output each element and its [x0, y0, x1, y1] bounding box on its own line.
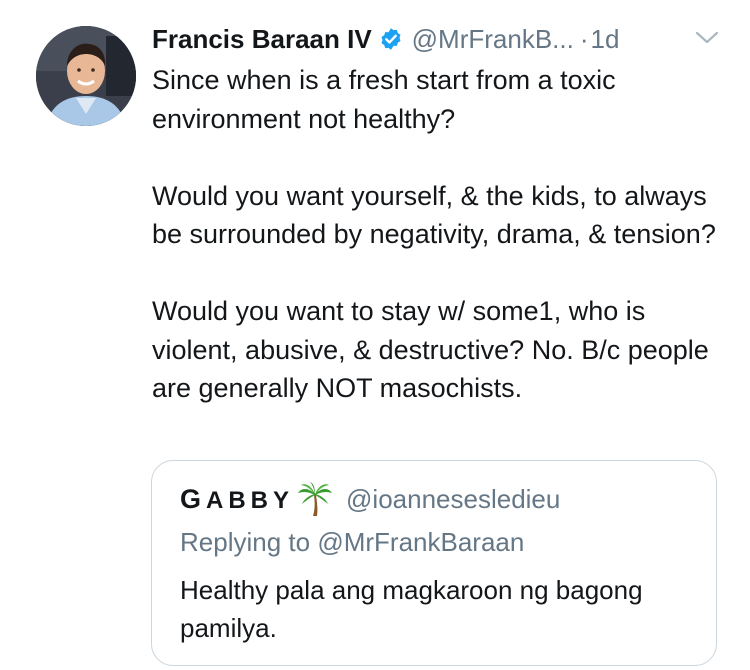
quoted-tweet[interactable]: GABBY @ioannesesledieu Replying to @MrFr…: [151, 460, 717, 666]
quoted-tweet-text: Healthy pala ang magkaroon ng bagong pam…: [180, 575, 643, 643]
tweet-card[interactable]: Francis Baraan IV @MrFrankB... · 1d Sinc…: [0, 0, 750, 670]
tweet-paragraph: Since when is a fresh start from a toxic…: [152, 65, 616, 134]
quoted-author-name-rest: ABBY: [206, 486, 295, 514]
verified-badge-icon: [379, 27, 403, 51]
tweet-paragraph: Would you want to stay w/ some1, who is …: [152, 296, 709, 403]
replying-prefix: Replying to: [180, 527, 318, 557]
author-handle[interactable]: @MrFrankB...: [412, 24, 574, 55]
tweet-header: Francis Baraan IV @MrFrankB... · 1d: [152, 22, 619, 56]
author-display-name[interactable]: Francis Baraan IV: [152, 24, 372, 55]
chevron-down-icon[interactable]: [694, 28, 720, 48]
tweet-timestamp[interactable]: 1d: [591, 24, 620, 55]
quoted-author-handle[interactable]: @ioannesesledieu: [346, 484, 560, 515]
replying-to-mention[interactable]: @MrFrankBaraan: [317, 527, 524, 557]
replying-to-line: Replying to @MrFrankBaraan: [180, 527, 524, 558]
tweet-paragraph: Would you want yourself, & the kids, to …: [152, 180, 716, 250]
avatar-photo: [36, 26, 136, 126]
author-avatar[interactable]: [36, 26, 136, 126]
quoted-tweet-header: GABBY @ioannesesledieu: [180, 481, 560, 517]
quoted-author-name-initial: G: [180, 483, 207, 514]
palm-tree-icon: [296, 481, 334, 517]
quoted-author-name[interactable]: GABBY: [180, 484, 294, 515]
separator-dot: ·: [579, 23, 589, 54]
tweet-text: Since when is a fresh start from a toxic…: [152, 61, 732, 408]
